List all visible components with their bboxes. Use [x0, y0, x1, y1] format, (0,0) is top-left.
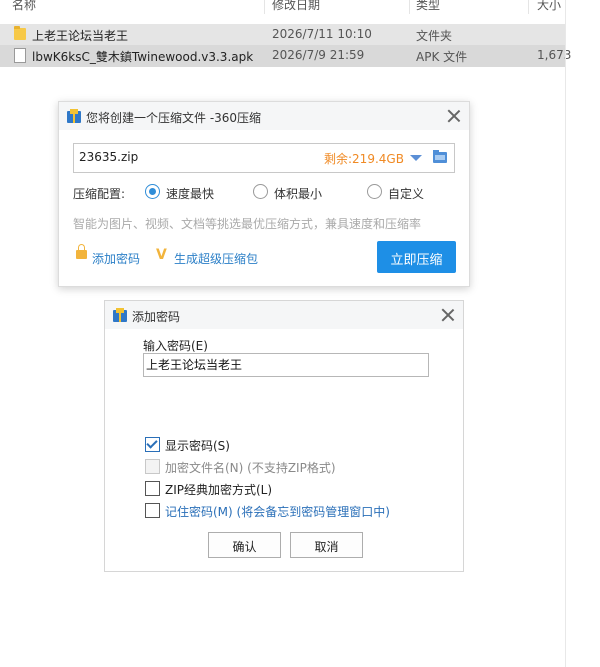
lock-icon — [76, 244, 87, 259]
option-custom-label[interactable]: 自定义 — [388, 185, 424, 202]
file-size: 1,673 — [537, 48, 572, 62]
archive-app-icon — [113, 308, 127, 322]
radio-fastest[interactable] — [145, 184, 160, 199]
folder-icon — [14, 26, 26, 40]
password-input[interactable]: 上老王论坛当老王 — [143, 353, 429, 377]
column-divider[interactable] — [264, 0, 265, 14]
option-smallest-label[interactable]: 体积最小 — [274, 185, 322, 202]
compress-now-button[interactable]: 立即压缩 — [377, 241, 456, 273]
column-header-name[interactable]: 名称 — [12, 0, 36, 13]
archive-filename: 23635.zip — [79, 150, 139, 164]
password-value: 上老王论坛当老王 — [146, 358, 243, 372]
file-date: 2026/7/11 10:10 — [272, 27, 372, 41]
add-password-link[interactable]: 添加密码 — [92, 250, 140, 267]
file-type: 文件夹 — [416, 29, 453, 43]
close-icon[interactable] — [447, 109, 461, 123]
cancel-button[interactable]: 取消 — [290, 532, 363, 558]
file-name: lbwK6ksC_雙木鎮Twinewood.v3.3.apk — [32, 50, 254, 64]
compress-now-label: 立即压缩 — [390, 252, 443, 267]
archive-app-icon — [67, 109, 81, 123]
show-password-checkbox[interactable] — [145, 437, 160, 452]
file-row[interactable]: 上老王论坛当老王 2026/7/11 10:10 文件夹 — [0, 24, 565, 46]
remember-password-checkbox[interactable] — [145, 503, 160, 518]
chevron-down-icon[interactable] — [410, 155, 422, 161]
show-password-label[interactable]: 显示密码(S) — [165, 437, 230, 454]
file-type: APK 文件 — [416, 50, 468, 64]
compress-dialog: 您将创建一个压缩文件 -360压缩 23635.zip 剩余:219.4GB 压… — [58, 101, 470, 287]
archive-path-input[interactable]: 23635.zip 剩余:219.4GB — [73, 143, 455, 173]
cancel-button-label: 取消 — [314, 540, 339, 554]
compression-config-label: 压缩配置: — [73, 187, 126, 201]
zip-classic-encryption-label[interactable]: ZIP经典加密方式(L) — [165, 481, 272, 498]
dialog-title: 您将创建一个压缩文件 -360压缩 — [86, 111, 262, 125]
radio-smallest[interactable] — [253, 184, 268, 199]
ok-button-label: 确认 — [232, 540, 257, 554]
radio-custom[interactable] — [367, 184, 382, 199]
password-input-label: 输入密码(E) — [143, 339, 208, 353]
column-divider[interactable] — [409, 0, 410, 14]
window-edge — [565, 0, 566, 667]
column-header-modified[interactable]: 修改日期 — [272, 0, 320, 13]
add-password-dialog: 添加密码 输入密码(E) 上老王论坛当老王 显示密码(S) 加密文件名(N) (… — [104, 300, 464, 572]
close-icon[interactable] — [441, 308, 455, 322]
remember-password-label[interactable]: 记住密码(M) (将会备忘到密码管理窗口中) — [165, 503, 390, 520]
dialog-title: 添加密码 — [132, 310, 181, 324]
encrypt-filenames-checkbox — [145, 459, 160, 474]
super-package-link[interactable]: 生成超级压缩包 — [174, 250, 258, 267]
dialog-titlebar[interactable]: 您将创建一个压缩文件 -360压缩 — [59, 102, 469, 130]
column-header-type[interactable]: 类型 — [416, 0, 440, 13]
dialog-titlebar[interactable]: 添加密码 — [105, 301, 463, 329]
file-date: 2026/7/9 21:59 — [272, 48, 365, 62]
free-space-label: 剩余:219.4GB — [324, 152, 404, 166]
file-list-header: 名称 修改日期 类型 大小 — [0, 0, 565, 14]
ok-button[interactable]: 确认 — [208, 532, 281, 558]
option-fastest-label[interactable]: 速度最快 — [166, 185, 214, 202]
file-row[interactable]: lbwK6ksC_雙木鎮Twinewood.v3.3.apk 2026/7/9 … — [0, 45, 571, 67]
vip-v-icon: V — [156, 247, 167, 263]
file-name: 上老王论坛当老王 — [32, 29, 129, 43]
zip-classic-encryption-checkbox[interactable] — [145, 481, 160, 496]
file-icon — [14, 48, 26, 63]
column-divider[interactable] — [528, 0, 529, 14]
compression-hint: 智能为图片、视频、文档等挑选最优压缩方式，兼具速度和压缩率 — [73, 217, 422, 231]
encrypt-filenames-label: 加密文件名(N) (不支持ZIP格式) — [165, 461, 336, 475]
folder-browse-icon[interactable] — [433, 150, 447, 163]
column-header-size[interactable]: 大小 — [537, 0, 561, 13]
